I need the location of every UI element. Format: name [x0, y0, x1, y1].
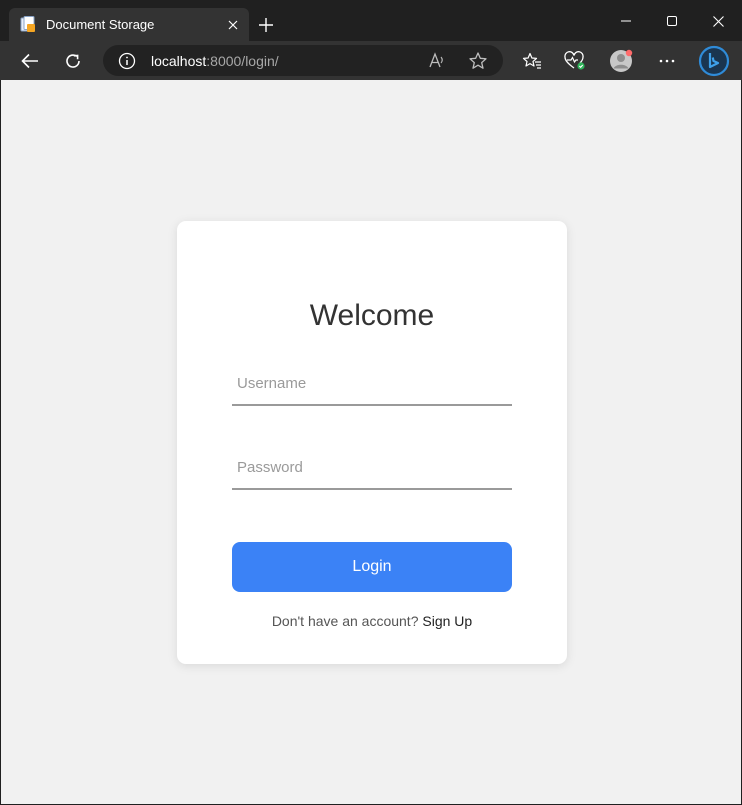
username-input[interactable]: [232, 362, 512, 406]
new-tab-icon[interactable]: [255, 14, 277, 36]
close-window-icon[interactable]: [695, 6, 741, 36]
more-options-icon[interactable]: [652, 46, 682, 76]
tab-close-icon[interactable]: [224, 16, 242, 34]
page-title: Welcome: [309, 299, 435, 332]
back-arrow-icon[interactable]: [15, 46, 45, 76]
page-viewport: Welcome Login Don't have an account? Sig…: [1, 80, 741, 804]
url-host: localhost: [151, 53, 207, 69]
tab-title: Document Storage: [46, 17, 155, 32]
favorite-star-icon[interactable]: [468, 51, 488, 71]
minimize-icon[interactable]: [603, 6, 649, 36]
browser-tab[interactable]: Document Storage: [9, 8, 249, 41]
signup-link[interactable]: Sign Up: [422, 613, 472, 629]
url-text[interactable]: localhost:8000/login/: [151, 53, 279, 69]
browser-essentials-icon[interactable]: [560, 46, 590, 76]
favorites-icon[interactable]: [517, 46, 547, 76]
read-aloud-icon[interactable]: [428, 51, 448, 71]
url-path: :8000/login/: [206, 53, 279, 69]
signup-prompt: Don't have an account? Sign Up: [177, 613, 567, 629]
password-input[interactable]: [232, 446, 512, 490]
maximize-icon[interactable]: [649, 6, 695, 36]
login-card: Welcome Login Don't have an account? Sig…: [177, 221, 567, 664]
signup-prompt-text: Don't have an account?: [271, 613, 419, 629]
site-info-icon[interactable]: [118, 52, 136, 70]
browser-toolbar: localhost:8000/login/: [0, 41, 742, 80]
bing-copilot-icon[interactable]: [697, 44, 731, 78]
login-button[interactable]: Login: [232, 542, 512, 592]
address-bar[interactable]: localhost:8000/login/: [103, 45, 503, 76]
title-bar: Document Storage: [0, 0, 742, 41]
profile-avatar-icon[interactable]: [606, 46, 636, 76]
document-storage-favicon-icon: [20, 16, 35, 32]
refresh-icon[interactable]: [58, 46, 88, 76]
